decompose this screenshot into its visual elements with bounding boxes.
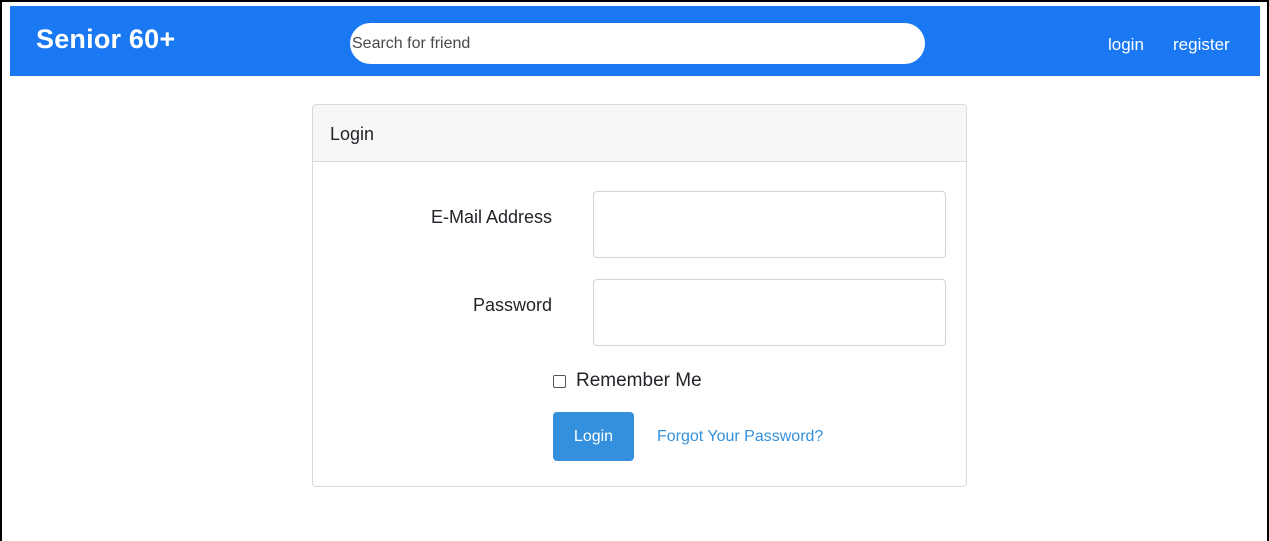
forgot-password-link[interactable]: Forgot Your Password? xyxy=(657,427,823,447)
top-navbar: Senior 60+ login register xyxy=(10,6,1260,76)
email-field[interactable] xyxy=(593,191,946,258)
browser-viewport: Senior 60+ login register Login E-Mail A… xyxy=(0,0,1269,541)
remember-me-label[interactable]: Remember Me xyxy=(576,370,702,392)
login-card: Login E-Mail Address Password Remember M… xyxy=(312,104,967,487)
password-label: Password xyxy=(472,295,552,315)
brand-logo[interactable]: Senior 60+ xyxy=(36,22,175,56)
remember-me-row[interactable]: Remember Me xyxy=(553,369,702,393)
card-header: Login xyxy=(313,105,966,162)
remember-me-checkbox[interactable] xyxy=(553,374,566,388)
nav-register-link[interactable]: register xyxy=(1173,35,1230,55)
login-button[interactable]: Login xyxy=(553,412,634,461)
nav-login-link[interactable]: login xyxy=(1108,35,1144,55)
card-title: Login xyxy=(330,124,375,144)
password-field[interactable] xyxy=(593,279,946,346)
search-input[interactable] xyxy=(350,23,925,64)
email-label: E-Mail Address xyxy=(430,207,552,227)
